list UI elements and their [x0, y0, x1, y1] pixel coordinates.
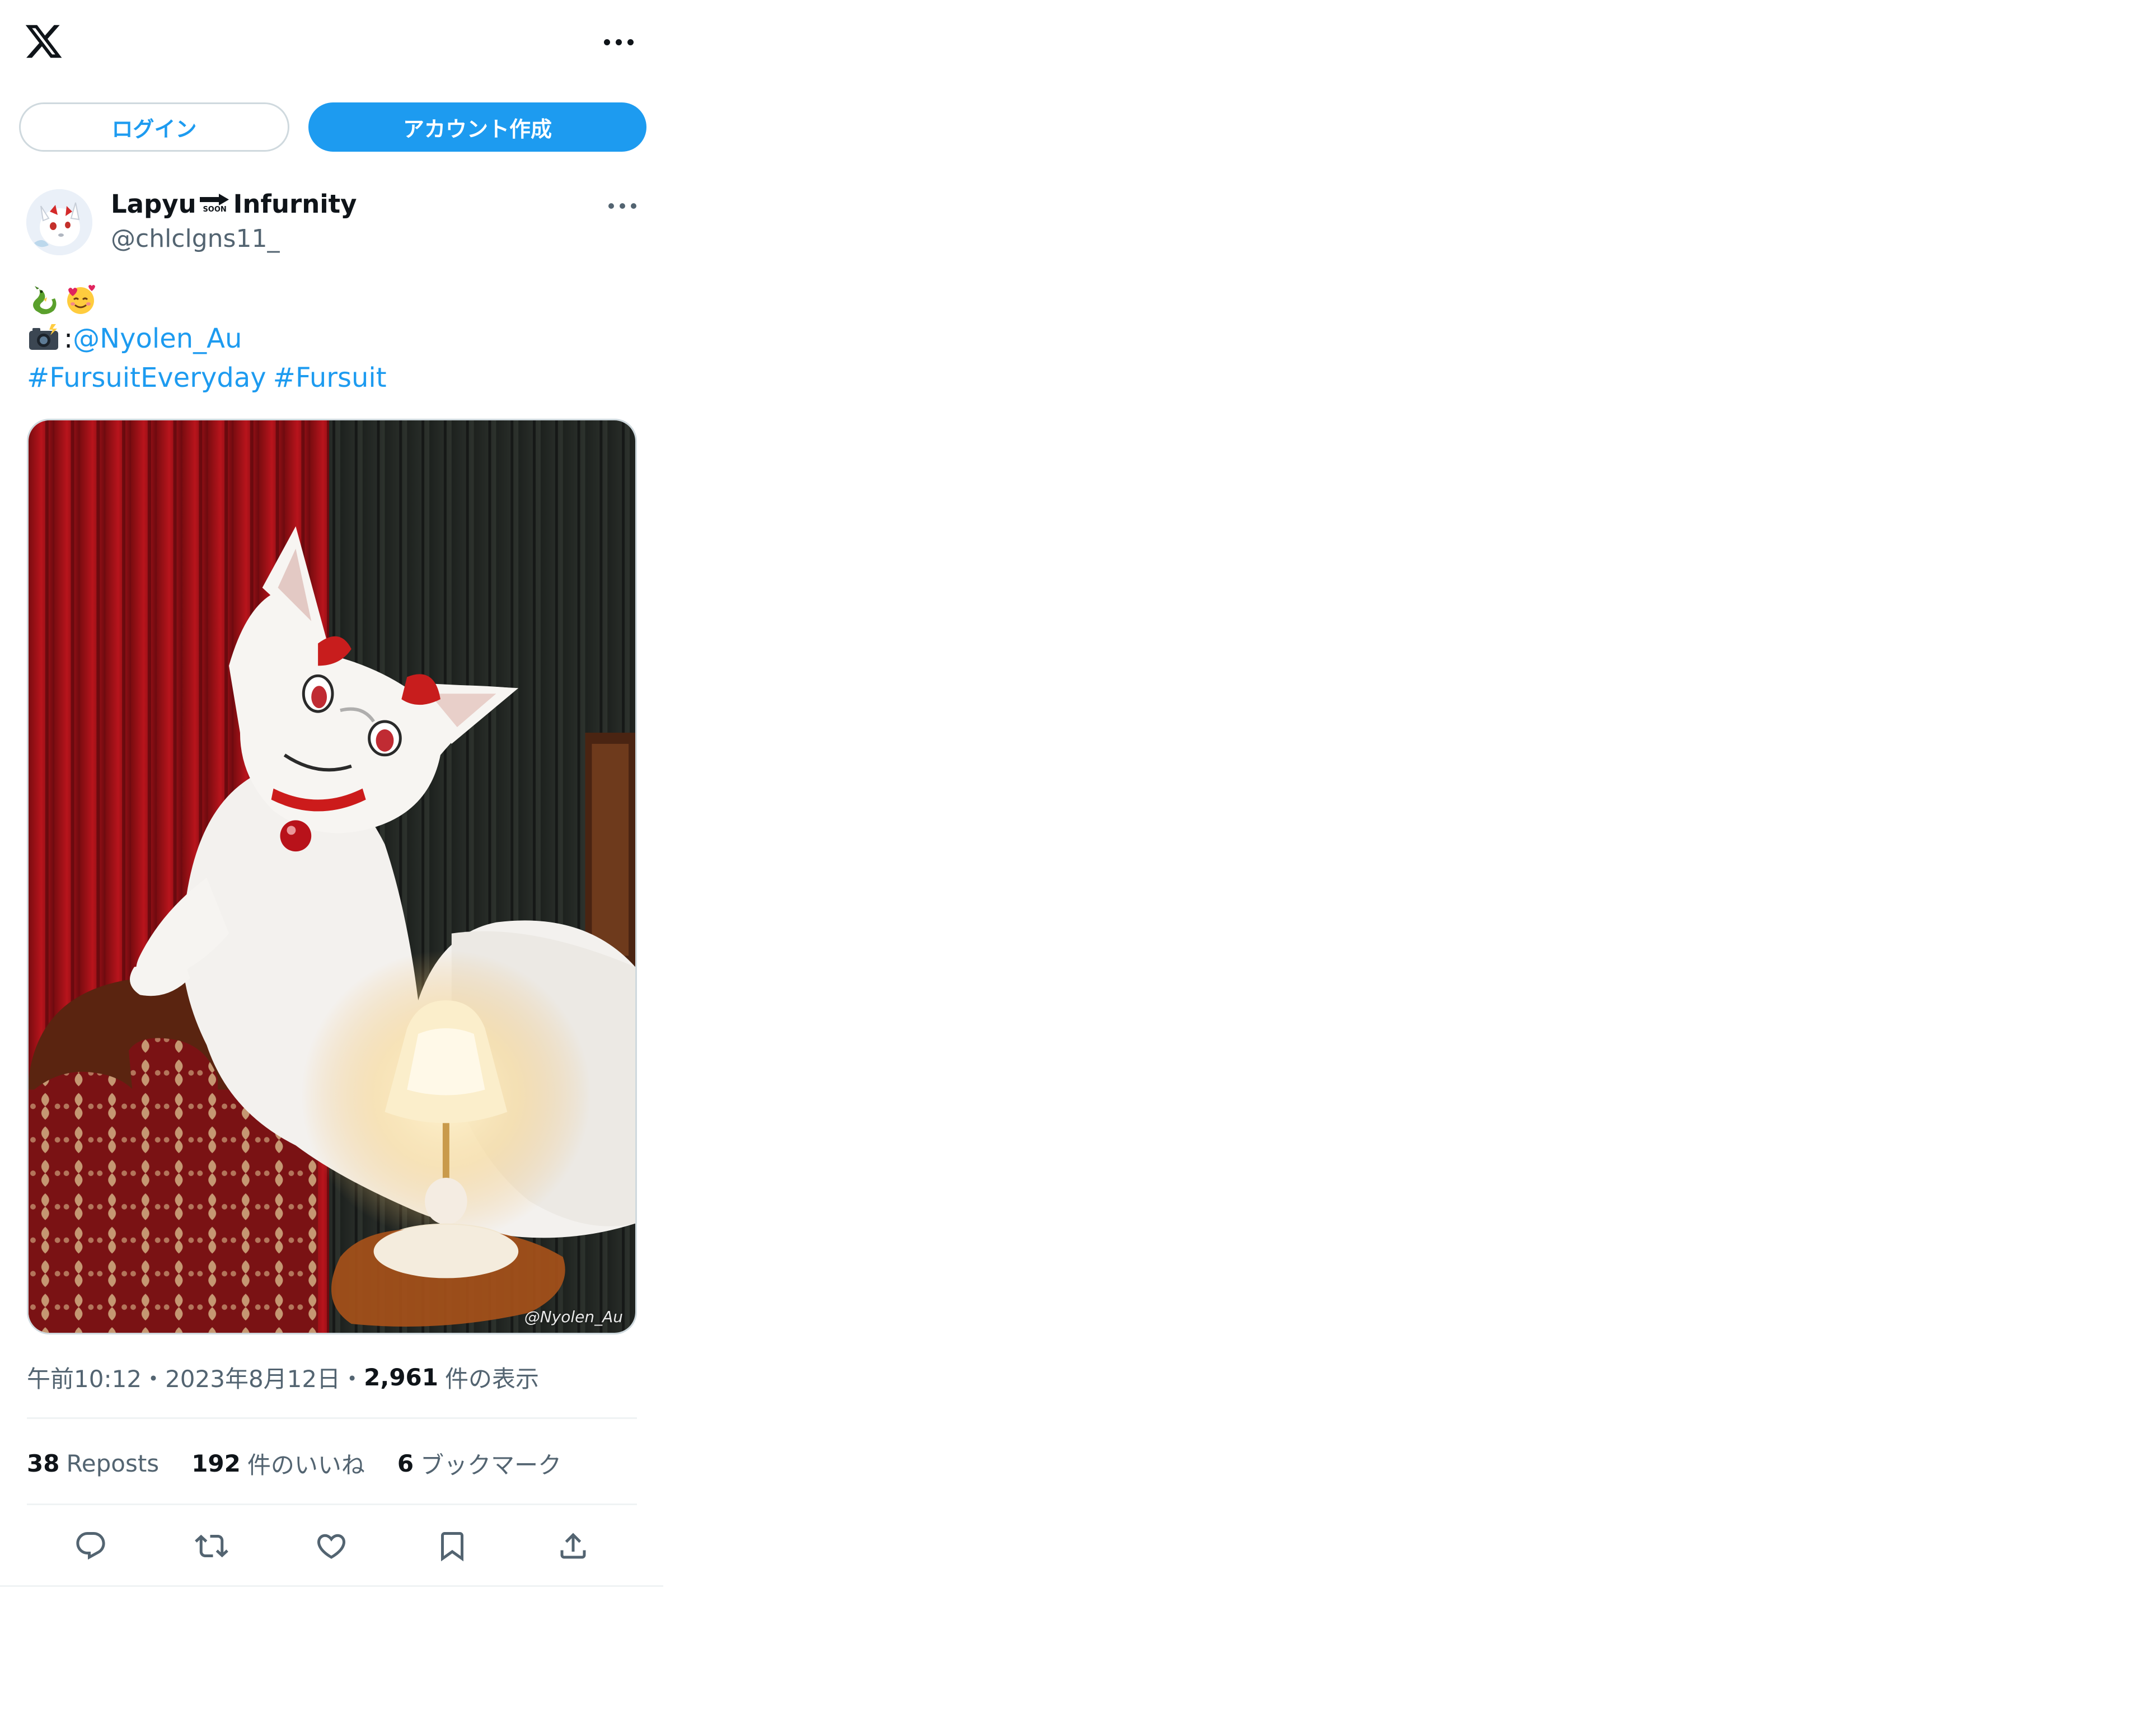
tweet-date[interactable]: 2023年8月12日 [165, 1360, 340, 1394]
author-handle[interactable]: @chlclgns11_ [111, 223, 279, 254]
tweet-time[interactable]: 午前10:12 [27, 1360, 142, 1394]
hashtag-link-fursuit[interactable]: #Fursuit [273, 358, 387, 397]
tweet-line-mention: : @Nyolen_Au [27, 319, 643, 358]
tweet-photo[interactable]: @Nyolen_Au [27, 419, 637, 1334]
author-name-part2: Infurnity [233, 189, 357, 219]
fursuit-photo-image [29, 420, 635, 1333]
reply-icon[interactable] [68, 1524, 113, 1568]
bookmarks-label: ブックマーク [420, 1451, 562, 1479]
soon-arrow-icon: SOON [199, 193, 231, 213]
like-heart-icon[interactable] [309, 1524, 354, 1568]
likes-label: 件のいいね [247, 1451, 365, 1479]
views-label: 件の表示 [445, 1365, 540, 1393]
meta-separator: ・ [340, 1365, 364, 1393]
bookmarks-stat[interactable]: 6 ブックマーク [397, 1446, 561, 1481]
bookmarks-count: 6 [397, 1449, 414, 1477]
tweet-line-emojis [27, 280, 643, 319]
tweet-line-hashtags: #FursuitEveryday #Fursuit [27, 358, 643, 397]
tweet-action-bar [27, 1524, 637, 1568]
author-name-part1: Lapyu [111, 189, 196, 219]
bookmark-icon[interactable] [430, 1524, 475, 1568]
more-icon[interactable] [599, 28, 638, 56]
tweet-text: : @Nyolen_Au #FursuitEveryday #Fursuit [27, 280, 643, 397]
reposts-label: Reposts [66, 1449, 160, 1477]
dragon-emoji-icon [27, 283, 60, 316]
photo-credit-watermark: @Nyolen_Au [524, 1308, 623, 1326]
create-account-button[interactable]: アカウント作成 [308, 102, 646, 152]
reposts-count: 38 [27, 1449, 60, 1477]
mention-link[interactable]: @Nyolen_Au [73, 319, 242, 358]
smiling-face-with-hearts-emoji-icon [64, 283, 97, 316]
tweet-stats: 38 Reposts 192 件のいいね 6 ブックマーク [27, 1446, 594, 1480]
mention-colon: : [64, 323, 73, 354]
views-count: 2,961 [364, 1363, 438, 1391]
avatar[interactable] [26, 189, 92, 255]
divider [27, 1504, 637, 1505]
tweet-meta: 午前10:12 ・ 2023年8月12日 ・ 2,961 件の表示 [27, 1360, 539, 1394]
soon-label: SOON [203, 205, 227, 214]
reposts-stat[interactable]: 38 Reposts [27, 1450, 159, 1477]
tweet-page: ログイン アカウント作成 Lapyu SOON Infurnity @chlcl… [0, 0, 663, 1587]
tweet-more-icon[interactable] [606, 195, 639, 217]
hashtag-link-fursuiteveryday[interactable]: #FursuitEveryday [27, 358, 266, 397]
login-button[interactable]: ログイン [19, 102, 289, 152]
likes-stat[interactable]: 192 件のいいね [191, 1446, 365, 1481]
x-logo-icon[interactable] [24, 21, 64, 62]
camera-with-flash-emoji-icon [27, 322, 60, 355]
author-name[interactable]: Lapyu SOON Infurnity [111, 187, 357, 221]
share-icon[interactable] [551, 1524, 596, 1568]
divider [27, 1417, 637, 1419]
likes-count: 192 [191, 1449, 241, 1477]
repost-icon[interactable] [189, 1524, 234, 1568]
meta-separator: ・ [142, 1365, 166, 1393]
top-bar [0, 0, 663, 90]
